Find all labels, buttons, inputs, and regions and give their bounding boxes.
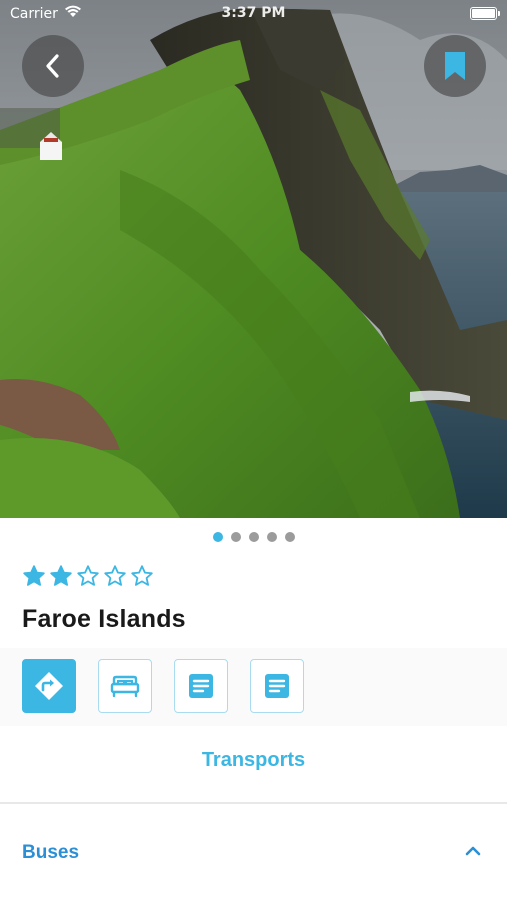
category-accommodation-button[interactable] bbox=[98, 659, 152, 713]
status-bar: Carrier 3:37 PM bbox=[0, 0, 507, 28]
bookmark-button[interactable] bbox=[424, 35, 486, 97]
pager-dot[interactable] bbox=[248, 532, 259, 542]
document-icon bbox=[265, 674, 289, 698]
buses-accordion-header[interactable]: Buses bbox=[0, 820, 507, 886]
star-filled-icon bbox=[23, 565, 45, 586]
star-filled-icon bbox=[50, 565, 72, 586]
section-title: Transports bbox=[201, 749, 306, 771]
place-title: Faroe Islands bbox=[22, 605, 186, 633]
rating-stars bbox=[22, 564, 154, 588]
battery-icon bbox=[470, 7, 500, 20]
bed-icon bbox=[110, 675, 140, 698]
star-outline-icon bbox=[104, 565, 126, 586]
category-notes-button[interactable] bbox=[250, 659, 304, 713]
pager-dot[interactable] bbox=[230, 532, 241, 542]
category-info-button[interactable] bbox=[174, 659, 228, 713]
pager-dot[interactable] bbox=[212, 532, 223, 542]
chevron-up-icon bbox=[465, 846, 481, 856]
star-outline-icon bbox=[131, 565, 153, 586]
category-bar bbox=[0, 648, 507, 726]
document-icon bbox=[189, 674, 213, 698]
directions-icon bbox=[35, 672, 63, 700]
back-button[interactable] bbox=[22, 35, 84, 97]
status-time: 3:37 PM bbox=[221, 5, 286, 21]
carousel-pager[interactable] bbox=[0, 530, 507, 544]
pager-dot[interactable] bbox=[266, 532, 277, 542]
category-transports-button[interactable] bbox=[22, 659, 76, 713]
star-outline-icon bbox=[77, 565, 99, 586]
accordion-title: Buses bbox=[22, 842, 80, 863]
divider bbox=[0, 802, 507, 804]
chevron-left-icon bbox=[46, 54, 59, 78]
bookmark-icon bbox=[445, 52, 465, 80]
pager-dot[interactable] bbox=[284, 532, 295, 542]
